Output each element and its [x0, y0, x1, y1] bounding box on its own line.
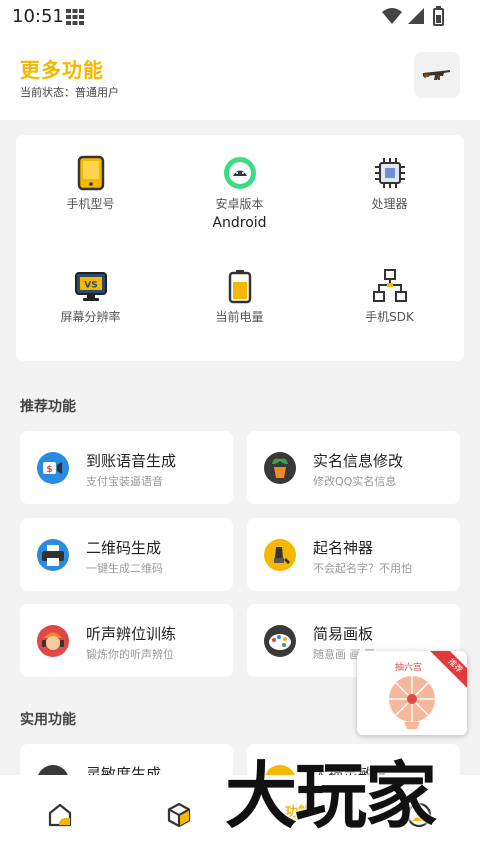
- feature-subtitle: 支付宝装逼语音: [86, 475, 163, 488]
- feature-card-voice[interactable]: $ 到账语音生成 支付宝装逼语音: [20, 431, 233, 504]
- feature-title: 简易画板: [313, 625, 374, 643]
- info-battery[interactable]: 当前电量: [165, 268, 314, 328]
- info-value: Android: [212, 215, 267, 231]
- device-info-card: 手机型号 安卓版本 Android 处理器 VS 屏幕分辨率 当前电量 手机SD…: [16, 135, 464, 361]
- palette-icon: [264, 625, 296, 657]
- chip-icon: [374, 158, 405, 188]
- status-bar: 10:51: [0, 0, 480, 34]
- section-title-practical: 实用功能: [20, 712, 76, 728]
- info-label: 安卓版本: [215, 197, 264, 211]
- status-time: 10:51: [12, 6, 64, 27]
- info-android-version[interactable]: 安卓版本 Android: [165, 155, 314, 231]
- info-sdk[interactable]: 手机SDK: [315, 268, 464, 328]
- phone-icon: [77, 155, 104, 191]
- gun-button[interactable]: [414, 52, 460, 98]
- feature-card-naming[interactable]: 起名神器 不会起名字？不用怕: [247, 518, 460, 591]
- monitor-vs-icon: VS: [74, 272, 107, 301]
- svg-text:VS: VS: [84, 281, 97, 291]
- feature-card-sound[interactable]: 听声辨位训练 锻炼你的听声辨位: [20, 604, 233, 677]
- home-icon: [48, 803, 72, 827]
- page-title: 更多功能: [20, 58, 104, 82]
- stamp-icon: [264, 539, 296, 571]
- feature-subtitle: 不会起名字？不用怕: [313, 562, 412, 575]
- feature-subtitle: 一键生成二维码: [86, 562, 163, 575]
- feature-title: 到账语音生成: [86, 452, 177, 470]
- printer-icon: [37, 539, 69, 571]
- info-resolution[interactable]: VS 屏幕分辨率: [16, 268, 165, 328]
- rifle-icon: [423, 70, 450, 80]
- apps-grid-icon: [66, 9, 84, 25]
- network-tree-icon: [372, 269, 407, 302]
- signal-icon: [408, 8, 424, 24]
- info-label: 屏幕分辨率: [60, 310, 121, 324]
- info-label: 手机型号: [66, 197, 115, 211]
- info-label: 手机SDK: [365, 310, 414, 324]
- feature-title: 起名神器: [313, 539, 374, 557]
- section-title-recommended: 推荐功能: [20, 399, 76, 415]
- info-label: 当前电量: [215, 310, 264, 324]
- feature-card-qrcode[interactable]: 二维码生成 一键生成二维码: [20, 518, 233, 591]
- status-icons: [382, 6, 444, 26]
- info-processor[interactable]: 处理器: [315, 155, 464, 215]
- feature-subtitle: 修改QQ实名信息: [313, 475, 397, 488]
- nav-home[interactable]: [46, 801, 76, 831]
- info-label: 处理器: [371, 197, 408, 211]
- page-header: 更多功能 当前状态：普通用户: [0, 34, 480, 120]
- payment-voice-icon: $: [37, 452, 69, 484]
- feature-title: 二维码生成: [86, 539, 162, 557]
- prize-wheel-icon: [389, 676, 435, 729]
- battery-level-icon: [228, 270, 251, 304]
- user-status: 当前状态：普通用户: [20, 86, 119, 99]
- feature-title: 听声辨位训练: [86, 625, 177, 643]
- info-phone-model[interactable]: 手机型号: [16, 155, 165, 215]
- soldier-headphone-icon: [37, 625, 69, 657]
- svg-text:$: $: [46, 465, 52, 475]
- cube-icon: [167, 802, 191, 828]
- feature-card-realname[interactable]: 实名信息修改 修改QQ实名信息: [247, 431, 460, 504]
- wifi-icon: [382, 8, 402, 24]
- plant-pot-icon: [264, 452, 296, 484]
- watermark-logo: 大玩家: [225, 753, 437, 838]
- android-icon: [223, 157, 256, 189]
- feature-subtitle: 锻炼你的听声辨位: [86, 648, 174, 661]
- promo-title: 抽六宫: [395, 663, 423, 673]
- feature-title: 实名信息修改: [313, 452, 404, 470]
- nav-tools[interactable]: [165, 801, 195, 831]
- floating-promo[interactable]: 抽六宫 推荐: [357, 651, 467, 735]
